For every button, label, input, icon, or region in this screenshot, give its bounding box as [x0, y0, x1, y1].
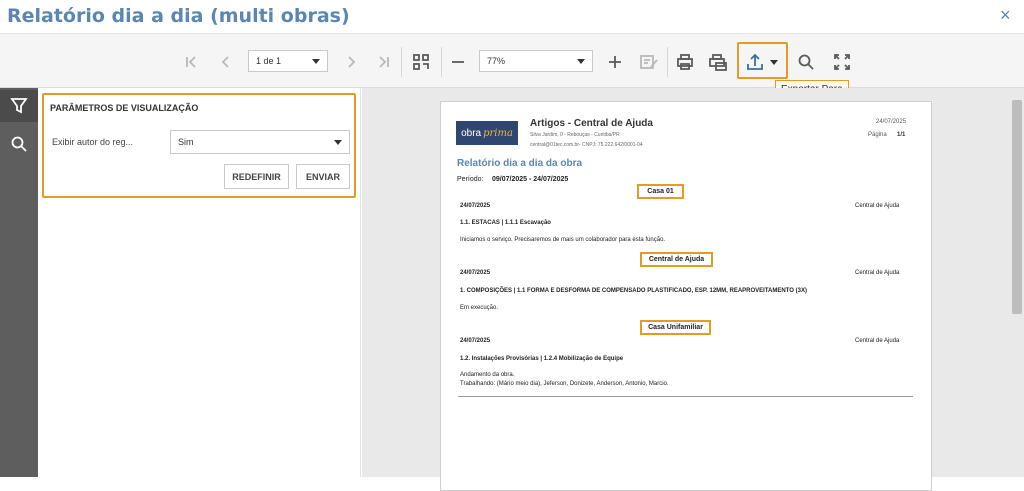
period-label: Período:: [457, 176, 484, 183]
entry-date: 24/07/2025: [460, 203, 491, 209]
author-select[interactable]: Sim: [170, 130, 350, 154]
period-value: 09/07/2025 - 24/07/2025: [492, 176, 569, 183]
logo-text-right: prima: [483, 127, 513, 139]
chevron-down-icon: [334, 140, 342, 145]
page-select-value: 1 de 1: [256, 56, 282, 66]
company-contact: central@01tec.com.br- CNPJ: 75.222.642/0…: [530, 142, 643, 148]
toolbar-divider: [667, 47, 668, 77]
zoom-in-icon[interactable]: [604, 34, 626, 89]
reset-button[interactable]: REDEFINIR: [224, 164, 289, 189]
company-name: Artigos - Central de Ajuda: [530, 118, 653, 129]
parameters-title: PARÂMETROS DE VISUALIZAÇÃO: [50, 103, 199, 113]
section-tag: Casa 01: [637, 184, 684, 199]
entry-date: 24/07/2025: [460, 270, 491, 276]
edit-icon[interactable]: [636, 34, 662, 89]
entry-note: Trabalhando: (Mário meio dia), Jeferson,…: [460, 381, 669, 387]
zoom-out-icon[interactable]: [447, 34, 469, 89]
entry-author: Central de Ajuda: [855, 270, 900, 276]
parameters-box: PARÂMETROS DE VISUALIZAÇÃO Exibir autor …: [42, 93, 356, 198]
entry-service: 1.1. ESTACAS | 1.1.1 Escavação: [460, 220, 551, 226]
submit-button[interactable]: ENVIAR: [296, 164, 350, 189]
next-page-icon[interactable]: [340, 34, 362, 89]
page-value: 1/1: [897, 132, 906, 138]
zoom-select-value: 77%: [487, 56, 506, 66]
first-page-icon[interactable]: [180, 34, 202, 89]
author-select-value: Sim: [178, 137, 194, 147]
close-icon[interactable]: ×: [1000, 5, 1011, 26]
section-tag: Central de Ajuda: [640, 252, 713, 267]
entry-note: Em execução.: [460, 305, 499, 311]
entry-date: 24/07/2025: [460, 338, 491, 344]
filter-icon[interactable]: [0, 90, 38, 122]
company-address: Silva Jardim, 0 - Rebouças - Curitiba/PR: [530, 132, 620, 138]
prev-page-icon[interactable]: [215, 34, 237, 89]
toolbar-divider: [401, 47, 402, 77]
entry-note: Andamento da obra.: [460, 372, 515, 378]
report-date: 24/07/2025: [876, 119, 907, 125]
viewer-toolbar: 1 de 1 77%: [0, 33, 1024, 88]
print-page-icon[interactable]: [704, 34, 732, 89]
entry-note: Iniciamos o serviço. Precisaremos de mai…: [460, 237, 666, 243]
vertical-scrollbar[interactable]: [1012, 100, 1022, 314]
entry-service: 1.2. Instalações Provisórias | 1.2.4 Mob…: [460, 356, 624, 362]
page-select[interactable]: 1 de 1: [248, 50, 328, 72]
section-tag: Casa Unifamiliar: [640, 320, 711, 335]
left-sidebar: [0, 88, 38, 477]
page-label: Página: [868, 132, 887, 138]
parameters-panel: PARÂMETROS DE VISUALIZAÇÃO Exibir autor …: [38, 88, 361, 477]
zoom-select[interactable]: 77%: [479, 50, 593, 72]
page-title: Relatório dia a dia (multi obras): [7, 5, 350, 27]
company-logo: obra prima: [456, 121, 518, 145]
toolbar-divider: [441, 47, 442, 77]
entry-author: Central de Ajuda: [855, 203, 900, 209]
title-bar: Relatório dia a dia (multi obras) ×: [0, 0, 1024, 33]
logo-text-left: obra: [461, 127, 482, 139]
report-heading: Relatório dia a dia da obra: [457, 158, 583, 169]
author-label: Exibir autor do reg...: [52, 137, 134, 147]
last-page-icon[interactable]: [373, 34, 395, 89]
multipage-icon[interactable]: [407, 34, 435, 89]
report-divider: [458, 396, 913, 397]
entry-author: Central de Ajuda: [855, 338, 900, 344]
entry-service: 1. COMPOSIÇÕES | 1.1 FORMA E DESFORMA DE…: [460, 288, 807, 294]
chevron-down-icon: [312, 59, 320, 64]
search-icon[interactable]: [0, 128, 38, 160]
export-highlight: [737, 42, 788, 79]
print-icon[interactable]: [672, 34, 698, 89]
chevron-down-icon: [577, 59, 585, 64]
